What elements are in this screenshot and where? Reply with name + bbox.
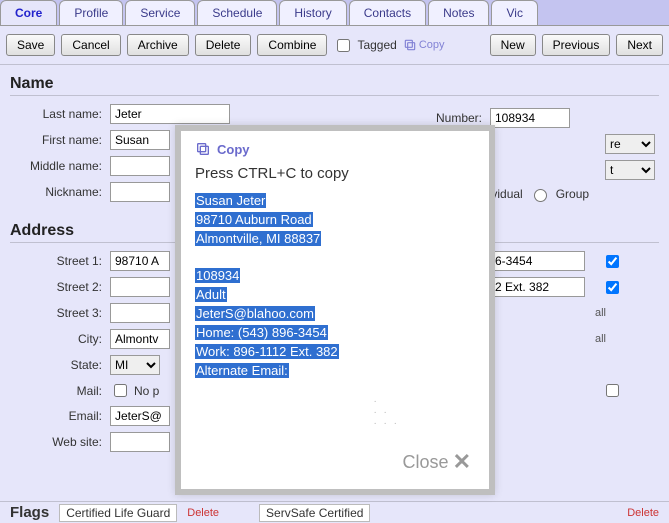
save-button[interactable]: Save [6,34,55,56]
new-button[interactable]: New [490,34,536,56]
nickname-label: Nickname: [10,185,110,199]
previous-button[interactable]: Previous [542,34,611,56]
city-input[interactable] [110,329,170,349]
toolbar: Save Cancel Archive Delete Combine Tagge… [0,26,669,65]
flag-item-1: Certified Life Guard [59,504,177,522]
archive-button[interactable]: Archive [127,34,189,56]
flag-delete-1[interactable]: Delete [187,507,219,519]
tab-contacts[interactable]: Contacts [349,0,426,25]
tab-notes[interactable]: Notes [428,0,489,25]
tagged-checkbox[interactable] [337,39,350,52]
phone1-check[interactable] [606,255,619,268]
email-input[interactable] [110,406,170,426]
state-select[interactable]: MI [110,355,160,375]
middle-name-label: Middle name: [10,159,110,173]
flag-delete-2[interactable]: Delete [627,507,659,519]
copy-icon [403,38,417,52]
street3-label: Street 3: [10,306,110,320]
tab-vic[interactable]: Vic [491,0,537,25]
tab-core[interactable]: Core [0,0,57,25]
delete-button[interactable]: Delete [195,34,252,56]
tab-schedule[interactable]: Schedule [197,0,277,25]
street2-label: Street 2: [10,280,110,294]
flags-title: Flags [10,504,49,521]
combine-button[interactable]: Combine [257,34,327,56]
call-label-2: all [595,333,606,345]
copy-dialog-title: Copy [195,141,475,157]
city-label: City: [10,332,110,346]
web-input[interactable] [110,432,170,452]
state-label: State: [10,358,110,372]
mail-right-check[interactable] [606,384,619,397]
cancel-button[interactable]: Cancel [61,34,120,56]
mail-checkbox[interactable] [114,384,127,397]
flags-row: Flags Certified Life Guard Delete ServSa… [0,501,669,523]
phone1-input[interactable] [490,251,585,271]
mail-nop-label: No p [134,384,159,398]
email-label: Email: [10,409,110,423]
resize-grip-icon: ·· ·· · · [373,396,399,429]
number-input[interactable] [490,108,570,128]
street2-input[interactable] [110,277,170,297]
street1-label: Street 1: [10,254,110,268]
close-button[interactable]: Close ✕ [403,449,471,475]
street1-input[interactable] [110,251,170,271]
dropdown-1[interactable]: re [605,134,655,154]
type-group-radio[interactable] [534,189,547,202]
tab-profile[interactable]: Profile [59,0,123,25]
number-label: Number: [435,111,490,125]
phone2-input[interactable] [490,277,585,297]
mail-label: Mail: [10,384,110,398]
copy-dialog-content[interactable]: Susan Jeter 98710 Auburn Road Almontvill… [195,192,475,380]
copy-dialog: Copy Press CTRL+C to copy Susan Jeter 98… [175,125,495,495]
copy-dialog-instruction: Press CTRL+C to copy [195,165,475,182]
nickname-input[interactable] [110,182,170,202]
tab-history[interactable]: History [279,0,346,25]
phone2-check[interactable] [606,281,619,294]
copy-link[interactable]: Copy [403,38,445,52]
flag-item-2: ServSafe Certified [259,504,370,522]
tagged-label: Tagged [357,38,396,52]
call-label-1: all [595,307,606,319]
first-name-input[interactable] [110,130,170,150]
tab-bar: Core Profile Service Schedule History Co… [0,0,669,26]
last-name-label: Last name: [10,107,110,121]
copy-icon [195,141,211,157]
street3-input[interactable] [110,303,170,323]
dropdown-2[interactable]: t [605,160,655,180]
type-group-label: Group [556,187,589,201]
middle-name-input[interactable] [110,156,170,176]
last-name-input[interactable] [110,104,230,124]
first-name-label: First name: [10,133,110,147]
tab-service[interactable]: Service [125,0,195,25]
close-icon: ✕ [453,449,471,475]
web-label: Web site: [10,435,110,449]
next-button[interactable]: Next [616,34,663,56]
name-heading: Name [10,75,659,96]
